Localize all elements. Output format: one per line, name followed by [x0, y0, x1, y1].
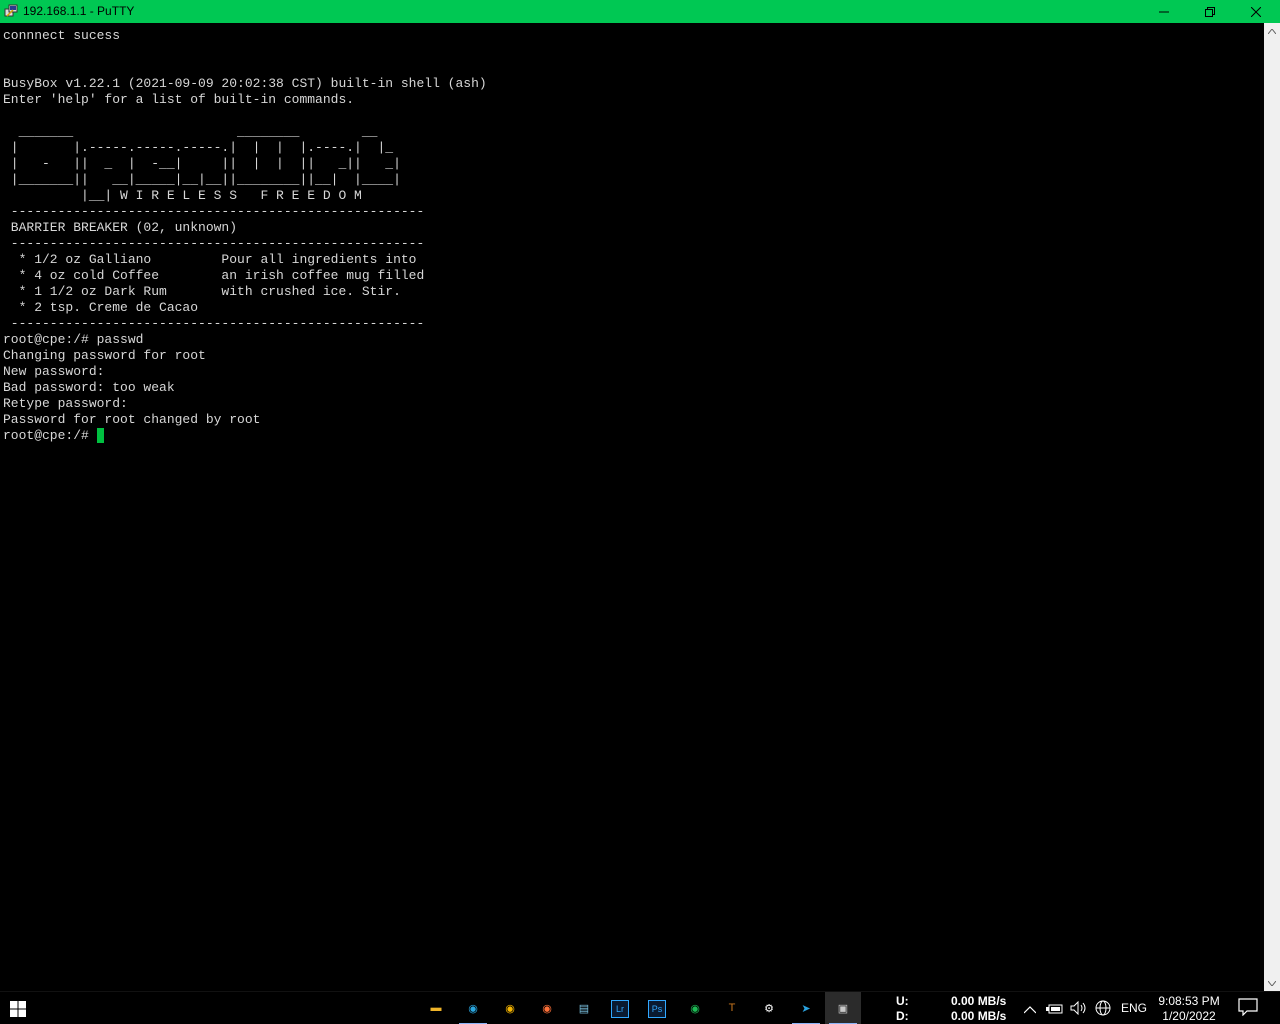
scroll-down-button[interactable] — [1264, 975, 1280, 991]
battery-button[interactable] — [1046, 1002, 1064, 1018]
netspeed-download-label: D: — [896, 1009, 909, 1023]
terminal-line: ----------------------------------------… — [3, 204, 425, 219]
title-bar[interactable]: 192.168.1.1 - PuTTY — [0, 0, 1280, 23]
clock-date: 1/20/2022 — [1162, 1009, 1216, 1023]
volume-icon — [1070, 1000, 1086, 1016]
terminal-cursor — [96, 428, 104, 443]
chevron-up-icon — [1023, 1006, 1037, 1014]
minimize-button[interactable] — [1141, 0, 1187, 23]
netspeed-upload-value: 0.00 MB/s — [951, 994, 1007, 1008]
terminal-line: |__| W I R E L E S S F R E E D O M — [3, 188, 362, 203]
terminal-line: ----------------------------------------… — [3, 236, 425, 251]
terminal-line: * 1 1/2 oz Dark Rum with crushed ice. St… — [3, 284, 401, 299]
clock-time: 9:08:53 PM — [1158, 994, 1220, 1008]
edge-icon[interactable]: ◉ — [463, 998, 483, 1018]
restore-button[interactable] — [1187, 0, 1233, 23]
lightroom-icon[interactable]: Lr — [611, 1000, 629, 1018]
terminal-line: Bad password: too weak — [3, 380, 175, 395]
firefox-icon[interactable]: ◉ — [537, 998, 557, 1018]
globe-icon — [1095, 1000, 1111, 1016]
terminal-line: Password for root changed by root — [3, 412, 261, 427]
close-button[interactable] — [1233, 0, 1279, 23]
putty-taskbar-icon[interactable]: ▣ — [833, 998, 853, 1018]
telegram-icon[interactable]: ➤ — [796, 998, 816, 1018]
battery-icon — [1046, 1004, 1063, 1014]
tray-chevron-button[interactable] — [1023, 1001, 1037, 1017]
putty-icon — [4, 4, 18, 17]
settings-icon[interactable]: ⚙ — [759, 998, 779, 1018]
close-icon — [1251, 6, 1261, 17]
terminal-line: connnect sucess — [3, 28, 121, 43]
netspeed-download-value: 0.00 MB/s — [951, 1009, 1007, 1023]
t-app-icon[interactable]: T — [722, 998, 742, 1018]
terminal-line: * 2 tsp. Creme de Cacao — [3, 300, 199, 315]
terminal-line: Retype password: — [3, 396, 128, 411]
notification-icon — [1238, 998, 1258, 1017]
chrome-icon[interactable]: ◉ — [500, 998, 520, 1018]
terminal-prompt-line[interactable]: root@cpe:/# — [3, 428, 104, 444]
chevron-down-icon — [1268, 980, 1276, 986]
terminal-line: _______ ________ __ — [3, 124, 378, 139]
terminal-area[interactable]: connnect sucess BusyBox v1.22.1 (2021-09… — [0, 23, 1264, 991]
restore-icon — [1205, 6, 1215, 17]
terminal-line: ----------------------------------------… — [3, 316, 425, 331]
terminal-output: connnect sucess BusyBox v1.22.1 (2021-09… — [3, 28, 487, 428]
terminal-line: |_______|| __|_____|__|__||________||__|… — [3, 172, 401, 187]
terminal-line: Changing password for root — [3, 348, 206, 363]
clock[interactable]: 9:08:53 PM 1/20/2022 — [1145, 994, 1233, 1024]
terminal-line: | - || _ | -__| || | | || _|| _| — [3, 156, 401, 171]
photoshop-icon[interactable]: Ps — [648, 1000, 666, 1018]
terminal-line: * 4 oz cold Coffee an irish coffee mug f… — [3, 268, 425, 283]
minimize-icon — [1159, 11, 1169, 12]
scroll-up-button[interactable] — [1264, 23, 1280, 39]
notification-button[interactable] — [1238, 998, 1258, 1018]
terminal-line: * 1/2 oz Galliano Pour all ingredients i… — [3, 252, 417, 267]
notepad-icon[interactable]: ▤ — [574, 998, 594, 1018]
netspeed-upload-label: U: — [896, 994, 909, 1008]
volume-button[interactable] — [1070, 1000, 1088, 1018]
network-button[interactable] — [1095, 1000, 1111, 1019]
window-title: 192.168.1.1 - PuTTY — [23, 4, 135, 18]
terminal-line: | |.-----.-----.-----.| | | |.----.| |_ — [3, 140, 394, 155]
terminal-line: Enter 'help' for a list of built-in comm… — [3, 92, 355, 107]
chevron-up-icon — [1268, 28, 1276, 34]
taskbar: ▬ ◉ ◉ ◉ ▤ Lr Ps ◉ T ⚙ ➤ ▣ U: D: 0.00 MB/s 0.00 MB/s… — [0, 991, 1280, 1024]
terminal-line: BusyBox v1.22.1 (2021-09-09 20:02:38 CST… — [3, 76, 487, 91]
terminal-line: root@cpe:/# passwd — [3, 332, 144, 347]
terminal-prompt: root@cpe:/# — [3, 428, 97, 443]
language-indicator[interactable]: ENG — [1121, 1001, 1147, 1015]
start-button[interactable] — [0, 992, 36, 1024]
terminal-line: New password: — [3, 364, 105, 379]
file-explorer-icon[interactable]: ▬ — [426, 998, 446, 1018]
terminal-line: BARRIER BREAKER (02, unknown) — [3, 220, 238, 235]
windows-icon — [10, 1000, 26, 1017]
spotify-icon[interactable]: ◉ — [685, 998, 705, 1018]
vertical-scrollbar[interactable] — [1264, 23, 1280, 991]
